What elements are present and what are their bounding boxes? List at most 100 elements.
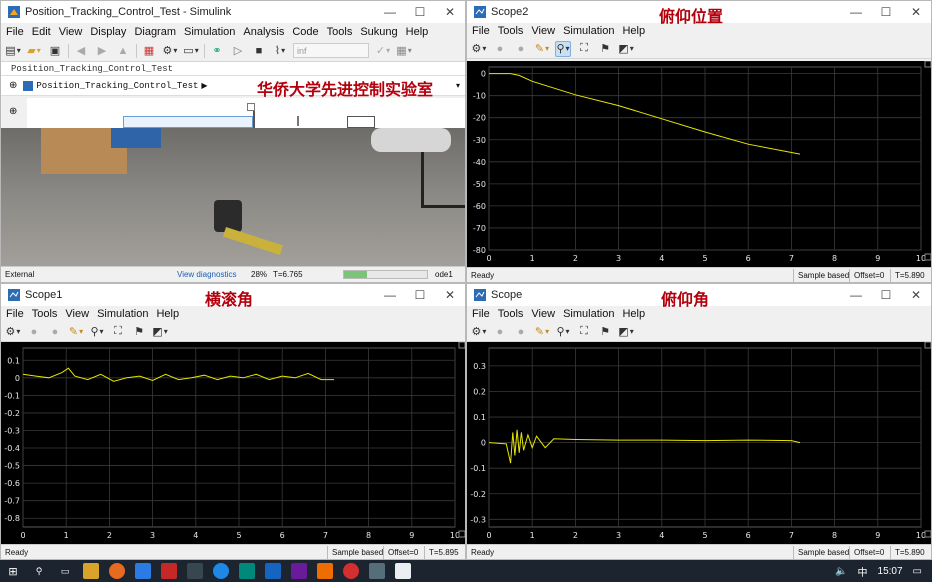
subsystem-block[interactable] [123, 116, 253, 128]
menu-tools[interactable]: Tools [498, 25, 524, 37]
menu-simulation[interactable]: Simulation [184, 26, 235, 38]
close-icon[interactable]: ✕ [435, 1, 465, 23]
breadcrumb-chevron-icon[interactable]: ▶ [201, 81, 207, 90]
library-browser-icon[interactable]: ▦ [141, 43, 157, 59]
autoscale-icon[interactable]: ⛶ [576, 324, 592, 340]
menu-view[interactable]: View [531, 308, 555, 320]
run-icon[interactable]: ● [492, 324, 508, 340]
axes-handle[interactable] [458, 530, 465, 538]
scope1-plot-area[interactable]: 0 1 2 3 4 5 6 7 8 9 10 0.1 0 -0.1 -0.2 -0.3 -0.4 -0.5 -0.6… [1, 341, 465, 545]
menu-simulation[interactable]: Simulation [563, 25, 614, 37]
vscode-icon[interactable] [265, 563, 281, 579]
menu-simulation[interactable]: Simulation [97, 308, 148, 320]
back-arrow-icon[interactable]: ◀ [73, 43, 89, 59]
view-diagnostics-link[interactable]: View diagnostics [177, 270, 236, 279]
model-explorer-icon[interactable]: ▭ [183, 43, 199, 59]
edge-icon[interactable] [213, 563, 229, 579]
zoom-tool-icon[interactable]: ⊕ [9, 106, 17, 117]
stop-icon[interactable]: ■ [251, 43, 267, 59]
maximize-icon[interactable]: ☐ [405, 284, 435, 306]
stop-time-input[interactable] [293, 43, 369, 58]
autoscale-icon[interactable]: ⛶ [576, 41, 592, 57]
menu-code[interactable]: Code [292, 26, 318, 38]
minimize-icon[interactable]: — [375, 1, 405, 23]
menu-simulation[interactable]: Simulation [563, 308, 614, 320]
close-icon[interactable]: ✕ [901, 284, 931, 306]
axes-handle[interactable] [458, 341, 465, 349]
axes-handle[interactable] [924, 253, 931, 261]
settings-gear-icon[interactable]: ⚙ [471, 41, 487, 57]
app-blue-icon[interactable] [135, 563, 151, 579]
step-icon[interactable]: ● [513, 324, 529, 340]
windows-start-icon[interactable]: ⊞ [5, 563, 21, 579]
maximize-icon[interactable]: ☐ [405, 1, 435, 23]
maximize-icon[interactable]: ☐ [871, 284, 901, 306]
menu-view[interactable]: View [65, 308, 89, 320]
menu-file[interactable]: File [472, 25, 490, 37]
notification-icon[interactable]: ▭ [913, 566, 922, 577]
gain-block[interactable] [347, 116, 375, 128]
triggers-icon[interactable]: ⚑ [597, 41, 613, 57]
zoom-icon[interactable]: ⚲ [89, 324, 105, 340]
scope2-plot-area[interactable]: 0 1 2 3 4 5 6 7 8 9 10 0 -10 -20 -30 -40 -50 -60 -70 -80 [467, 60, 931, 268]
minimize-icon[interactable]: — [375, 284, 405, 306]
run-icon[interactable]: ▷ [230, 43, 246, 59]
breadcrumb[interactable]: Position_Tracking_Control_Test [36, 81, 198, 91]
run-icon[interactable]: ● [492, 41, 508, 57]
file-explorer-icon[interactable] [83, 563, 99, 579]
axes-handle[interactable] [924, 60, 931, 68]
menu-view[interactable]: View [531, 25, 555, 37]
hide-browser-icon[interactable]: ⊕ [9, 80, 17, 91]
menu-file[interactable]: File [6, 308, 24, 320]
app-purple-icon[interactable] [291, 563, 307, 579]
menu-sukung[interactable]: Sukung [360, 26, 397, 38]
menu-file[interactable]: File [472, 308, 490, 320]
step-icon[interactable]: ● [47, 324, 63, 340]
app-white-icon[interactable] [395, 563, 411, 579]
forward-arrow-icon[interactable]: ▶ [94, 43, 110, 59]
connect-icon[interactable]: ⚭ [209, 43, 225, 59]
menu-diagram[interactable]: Diagram [134, 26, 176, 38]
ime-indicator[interactable]: 中 [858, 564, 868, 579]
breadcrumb-dropdown-icon[interactable]: ▾ [456, 81, 460, 90]
model-tab[interactable]: Position_Tracking_Control_Test [11, 64, 173, 74]
app-dark-icon[interactable] [187, 563, 203, 579]
menu-analysis[interactable]: Analysis [243, 26, 284, 38]
task-view-icon[interactable]: ▭ [57, 563, 73, 579]
menu-help[interactable]: Help [622, 308, 645, 320]
app-teal-icon[interactable] [239, 563, 255, 579]
highlight-icon[interactable]: ✎ [534, 41, 550, 57]
triggers-icon[interactable]: ⚑ [597, 324, 613, 340]
scope-plot-area[interactable]: 0 1 2 3 4 5 6 7 8 9 10 0.3 0.2 0.1 0 -0.1 -0.2 -0.3 [467, 341, 931, 545]
check-icon[interactable]: ✓ [375, 43, 391, 59]
maximize-icon[interactable]: ☐ [871, 1, 901, 23]
step-icon[interactable]: ● [513, 41, 529, 57]
menu-file[interactable]: File [6, 26, 24, 38]
app-grey-icon[interactable] [369, 563, 385, 579]
menu-tools[interactable]: Tools [327, 26, 353, 38]
menu-edit[interactable]: Edit [32, 26, 51, 38]
open-folder-icon[interactable]: ▰ [26, 43, 42, 59]
menu-help[interactable]: Help [156, 308, 179, 320]
port-block[interactable] [247, 103, 255, 111]
search-icon[interactable]: ⚲ [31, 563, 47, 579]
app-red-icon[interactable] [161, 563, 177, 579]
highlight-icon[interactable]: ✎ [68, 324, 84, 340]
measurements-icon[interactable]: ◩ [152, 324, 168, 340]
menu-tools[interactable]: Tools [498, 308, 524, 320]
close-icon[interactable]: ✕ [901, 1, 931, 23]
scope-icon[interactable]: ⌇ [272, 43, 288, 59]
save-icon[interactable]: ▣ [47, 43, 63, 59]
volume-icon[interactable]: 🔈 [835, 566, 847, 577]
triggers-icon[interactable]: ⚑ [131, 324, 147, 340]
measurements-icon[interactable]: ◩ [618, 41, 634, 57]
grid-icon[interactable]: ▦ [396, 43, 412, 59]
axes-handle[interactable] [924, 341, 931, 349]
clock[interactable]: 15:07 [878, 566, 903, 577]
settings-gear-icon[interactable]: ⚙ [471, 324, 487, 340]
app-red2-icon[interactable] [343, 563, 359, 579]
settings-gear-icon[interactable]: ⚙ [5, 324, 21, 340]
firefox-icon[interactable] [109, 563, 125, 579]
axes-handle[interactable] [924, 530, 931, 538]
menu-help[interactable]: Help [406, 26, 429, 38]
